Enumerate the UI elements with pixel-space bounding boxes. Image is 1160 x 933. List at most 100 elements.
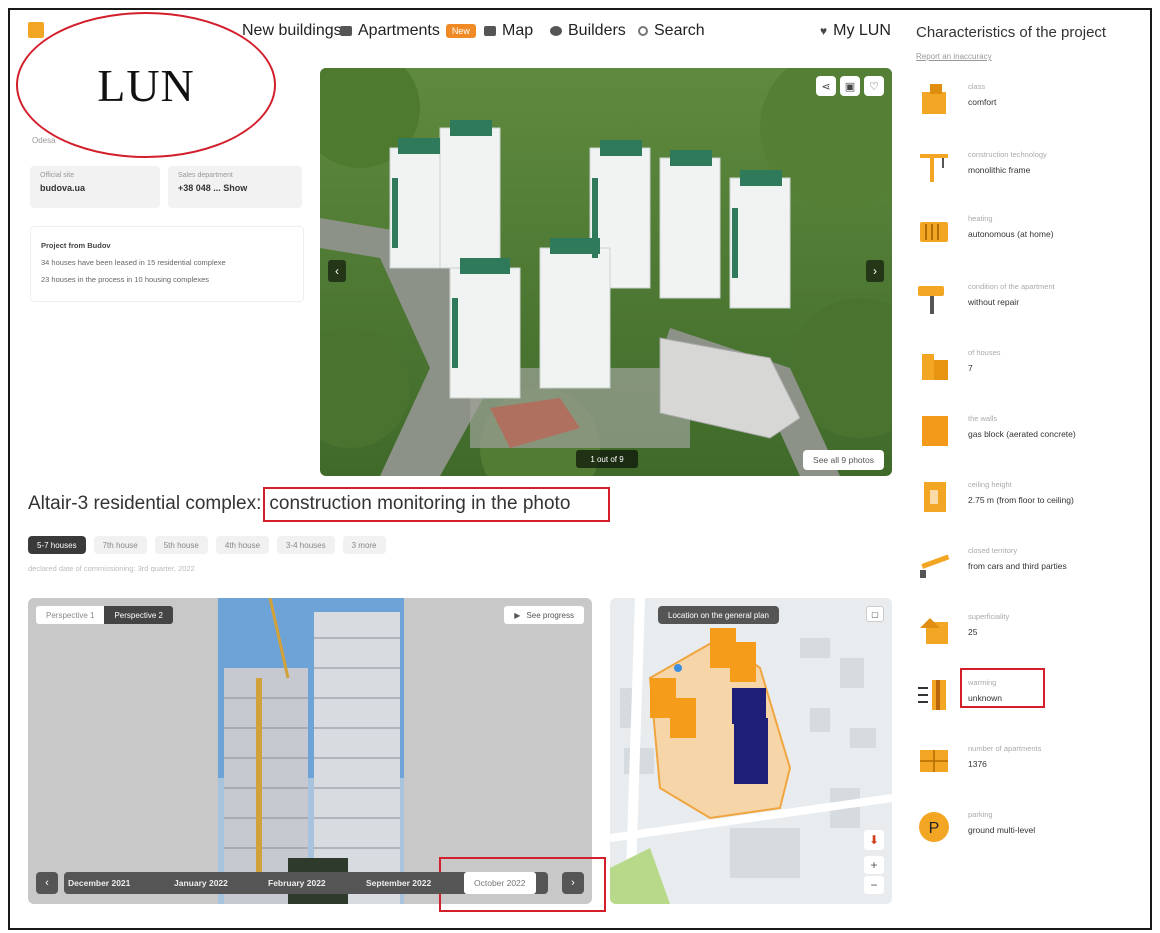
project-leased-houses[interactable]: 34 houses have been leased in 15 residen… <box>41 254 293 271</box>
map-comment-icon[interactable]: ▢ <box>866 606 884 622</box>
char-value: without repair <box>968 297 1020 307</box>
new-badge: New <box>445 24 476 38</box>
char-value: autonomous (at home) <box>968 229 1054 239</box>
timeline-january-2022[interactable]: January 2022 <box>174 872 228 894</box>
map-canvas <box>610 598 892 904</box>
map-pin-icon[interactable]: ⬇ <box>864 830 884 850</box>
sales-department-label: Sales department <box>178 172 233 179</box>
char-construction-technology: construction technology monolithic frame <box>916 150 1146 200</box>
map-zoom-out-button[interactable]: − <box>864 876 884 894</box>
city-label: Odesa <box>32 136 56 145</box>
warming-highlight <box>960 668 1045 708</box>
general-plan-map[interactable]: Location on the general plan ▢ ⬇ + − <box>610 598 892 904</box>
official-site-card[interactable]: Official site budova.ua <box>30 166 160 208</box>
tab-7th-house[interactable]: 7th house <box>93 536 147 554</box>
nav-builders[interactable]: Builders <box>550 22 626 40</box>
perspective-1-tab[interactable]: Perspective 1 <box>36 606 105 624</box>
char-label: closed territory <box>968 546 1018 555</box>
timeline-september-2022[interactable]: September 2022 <box>366 872 431 894</box>
crane-icon <box>920 154 948 182</box>
sales-department-card[interactable]: Sales department +38 048 ... Show <box>168 166 302 208</box>
char-label: class <box>968 82 986 91</box>
char-ceiling-height: ceiling height 2.75 m (from floor to cei… <box>916 480 1146 530</box>
progress-timeline: ‹ December 2021 January 2022 February 20… <box>36 872 584 894</box>
timeline-next-arrow[interactable]: › <box>562 872 584 894</box>
lun-logo-icon[interactable] <box>28 22 44 38</box>
photo-counter: 1 out of 9 <box>576 450 638 468</box>
heater-icon <box>920 222 948 242</box>
commissioning-date: declared date of commissioning: 3rd quar… <box>28 564 195 573</box>
sales-phone-show[interactable]: +38 048 ... Show <box>178 183 292 193</box>
char-label: of houses <box>968 348 1001 357</box>
construction-photo <box>218 598 404 904</box>
favorite-heart-icon[interactable]: ♡ <box>864 76 884 96</box>
share-icon[interactable]: ⋖ <box>816 76 836 96</box>
nav-my-lun-label: My LUN <box>833 22 891 39</box>
map-zoom-in-button[interactable]: + <box>864 856 884 874</box>
timeline-prev-arrow[interactable]: ‹ <box>36 872 58 894</box>
char-label: superficiality <box>968 612 1010 621</box>
timeline-february-2022[interactable]: February 2022 <box>268 872 326 894</box>
nav-map[interactable]: Map <box>484 22 533 40</box>
see-progress-button[interactable]: ▶ See progress <box>504 606 584 624</box>
char-houses: of houses 7 <box>916 348 1146 398</box>
tab-more[interactable]: 3 more <box>342 536 386 554</box>
tab-5-7-houses[interactable]: 5-7 houses <box>28 536 86 554</box>
char-closed-territory: closed territory from cars and third par… <box>916 546 1146 596</box>
parking-icon: P <box>919 812 949 842</box>
map-location-label: Location on the general plan <box>658 606 779 624</box>
project-from-builder: Project from Budov 34 houses have been l… <box>30 226 304 302</box>
hero-prev-arrow[interactable]: ‹ <box>328 260 346 282</box>
map-icon <box>484 26 496 36</box>
hero-photo[interactable]: ⋖ ▣ ♡ ‹ › 1 out of 9 See all 9 photos <box>320 68 892 476</box>
project-title: Project from Budov <box>41 241 111 250</box>
barrier-icon <box>920 554 950 578</box>
official-site-label: Official site <box>40 172 75 179</box>
screenshot-frame: New buildings Apartments New Map Builder… <box>8 8 1152 930</box>
svg-text:P: P <box>929 820 940 837</box>
project-in-process-houses[interactable]: 23 houses in the process in 10 housing c… <box>41 271 293 288</box>
comment-icon[interactable]: ▣ <box>840 76 860 96</box>
aerial-complex-image <box>320 68 892 476</box>
nav-my-lun[interactable]: ♥ My LUN <box>820 22 891 40</box>
house-tabs: 5-7 houses 7th house 5th house 4th house… <box>28 536 386 554</box>
nav-search[interactable]: Search <box>638 22 705 40</box>
nav-new-buildings-label: New buildings <box>242 22 342 39</box>
perspective-2-tab[interactable]: Perspective 2 <box>104 606 173 624</box>
char-value: gas block (aerated concrete) <box>968 429 1076 439</box>
heading-complex-name: Altair-3 residential complex: <box>28 493 262 514</box>
building-icon <box>922 84 946 114</box>
houses-icon <box>922 354 948 380</box>
ceiling-height-icon <box>924 482 946 512</box>
see-progress-label: See progress <box>526 610 574 620</box>
char-heating: heating autonomous (at home) <box>916 214 1146 264</box>
apartments-icon <box>920 750 948 772</box>
char-label: condition of the apartment <box>968 282 1055 291</box>
official-site-link[interactable]: budova.ua <box>40 183 150 193</box>
report-inaccuracy-link[interactable]: Report an inaccuracy <box>916 52 992 61</box>
char-value: monolithic frame <box>968 165 1031 175</box>
char-label: ceiling height <box>968 480 1012 489</box>
nav-apartments[interactable]: Apartments New <box>340 22 476 40</box>
nav-apartments-label: Apartments <box>358 22 440 39</box>
floors-icon <box>920 618 948 644</box>
tab-5th-house[interactable]: 5th house <box>154 536 208 554</box>
play-icon: ▶ <box>514 610 521 620</box>
char-superficiality: superficiality 25 <box>916 612 1146 662</box>
timeline-october-2022[interactable]: October 2022 <box>464 872 536 894</box>
char-value: 2.75 m (from floor to ceiling) <box>968 495 1074 505</box>
tab-4th-house[interactable]: 4th house <box>215 536 270 554</box>
nav-search-label: Search <box>654 22 705 39</box>
char-value: ground multi-level <box>968 825 1036 835</box>
nav-new-buildings[interactable]: New buildings <box>242 22 342 40</box>
lun-annotation-text: LUN <box>97 59 195 111</box>
hero-next-arrow[interactable]: › <box>866 260 884 282</box>
search-icon <box>638 26 648 36</box>
apartment-icon <box>340 26 352 36</box>
perspective-switch: Perspective 1 Perspective 2 <box>36 606 173 624</box>
see-all-photos-button[interactable]: See all 9 photos <box>803 450 884 470</box>
char-value: 7 <box>968 363 973 373</box>
timeline-december-2021[interactable]: December 2021 <box>68 872 130 894</box>
paint-roller-icon <box>918 286 944 314</box>
tab-3-4-houses[interactable]: 3-4 houses <box>277 536 335 554</box>
